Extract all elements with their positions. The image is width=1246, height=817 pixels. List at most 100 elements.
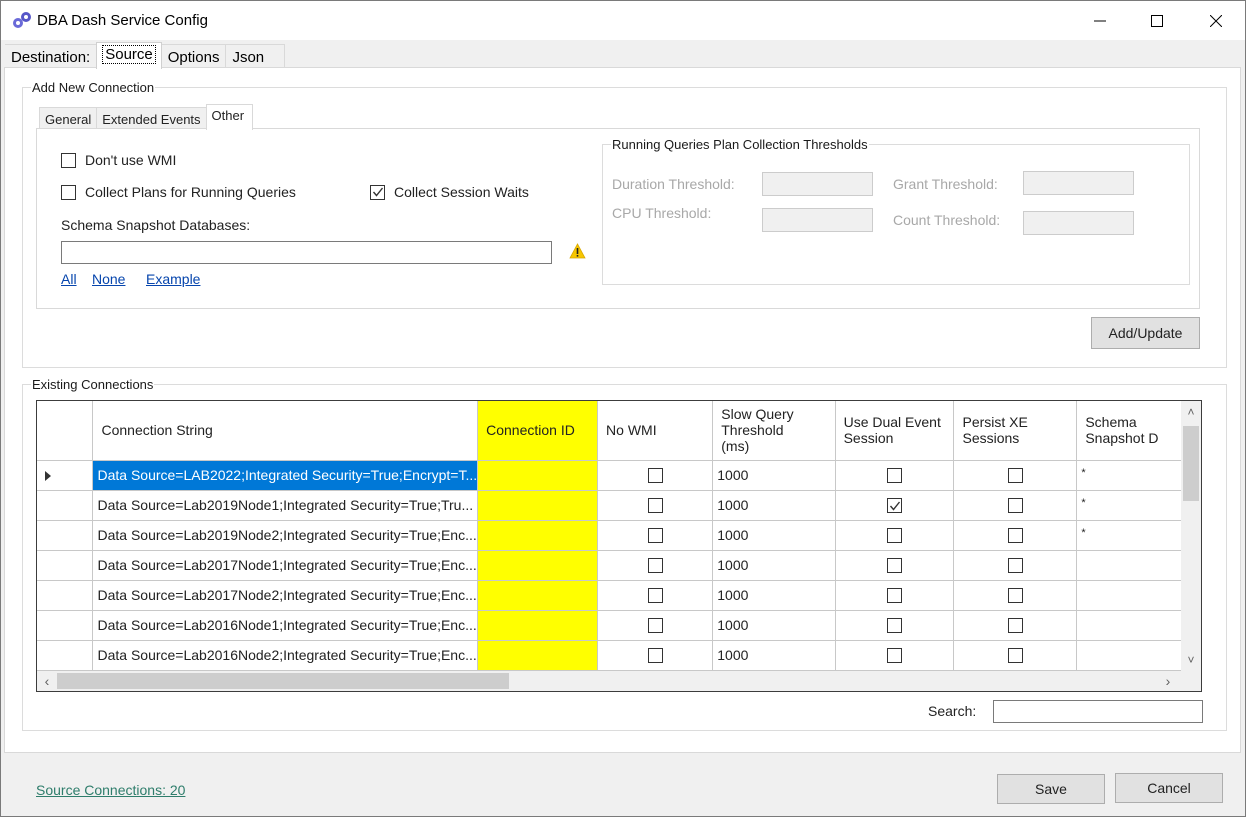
row-header[interactable] (37, 519, 94, 551)
row-header[interactable] (37, 639, 94, 671)
example-link[interactable]: Example (146, 271, 200, 287)
persist-xe-cell[interactable] (953, 609, 1078, 641)
column-header-schema-snapshot[interactable]: Schema Snapshot D (1076, 401, 1196, 461)
slow-query-threshold-cell[interactable]: 1000 (712, 579, 836, 611)
cpu-threshold-input[interactable] (762, 208, 873, 232)
connection-id-cell[interactable] (477, 609, 599, 641)
connection-string-cell[interactable]: Data Source=Lab2017Node1;Integrated Secu… (92, 549, 479, 581)
persist-xe-cell[interactable] (953, 459, 1078, 491)
table-row[interactable]: Data Source=Lab2016Node2;Integrated Secu… (37, 639, 1201, 671)
horizontal-scrollbar[interactable]: ‹ › (37, 671, 1201, 691)
close-button[interactable] (1187, 1, 1245, 40)
column-header-no-wmi[interactable]: No WMI (597, 401, 714, 461)
schema-snapshot-cell[interactable]: * (1076, 519, 1196, 551)
tab-options[interactable]: Options (160, 44, 227, 68)
dont-use-wmi-checkbox[interactable]: Don't use WMI (61, 152, 176, 168)
row-header[interactable] (37, 549, 94, 581)
no-wmi-cell[interactable] (597, 549, 714, 581)
column-header-slow-query-threshold[interactable]: Slow Query Threshold (ms) (712, 401, 836, 461)
row-header[interactable] (37, 459, 94, 491)
table-row[interactable]: Data Source=Lab2017Node2;Integrated Secu… (37, 579, 1201, 611)
use-dual-event-cell[interactable] (834, 549, 955, 581)
schema-snapshot-cell[interactable] (1076, 609, 1196, 641)
row-header[interactable] (37, 489, 94, 521)
connection-string-cell[interactable]: Data Source=LAB2022;Integrated Security=… (92, 459, 479, 491)
persist-xe-cell[interactable] (953, 519, 1078, 551)
connection-string-cell[interactable]: Data Source=Lab2016Node2;Integrated Secu… (92, 639, 479, 671)
use-dual-event-cell[interactable] (834, 459, 955, 491)
schema-snapshot-cell[interactable] (1076, 639, 1196, 671)
tab-other[interactable]: Other (205, 104, 254, 130)
connection-id-cell[interactable] (477, 489, 599, 521)
use-dual-event-cell[interactable] (834, 579, 955, 611)
column-header-persist-xe-sessions[interactable]: Persist XE Sessions (953, 401, 1078, 461)
scroll-up-icon[interactable]: ˄ (1182, 403, 1200, 421)
no-wmi-cell[interactable] (597, 519, 714, 551)
slow-query-threshold-cell[interactable]: 1000 (712, 459, 836, 491)
tab-general[interactable]: General (39, 107, 98, 129)
all-link[interactable]: All (61, 271, 77, 287)
schema-snapshot-cell[interactable]: * (1076, 489, 1196, 521)
slow-query-threshold-cell[interactable]: 1000 (712, 489, 836, 521)
table-row[interactable]: Data Source=LAB2022;Integrated Security=… (37, 459, 1201, 491)
minimize-button[interactable] (1071, 1, 1129, 40)
connection-string-cell[interactable]: Data Source=Lab2017Node2;Integrated Secu… (92, 579, 479, 611)
column-header-use-dual-event-session[interactable]: Use Dual Event Session (834, 401, 955, 461)
scroll-right-icon[interactable]: › (1159, 672, 1177, 690)
tab-extended-events[interactable]: Extended Events (96, 107, 207, 129)
column-header-connection-string[interactable]: Connection String (92, 401, 479, 461)
slow-query-threshold-cell[interactable]: 1000 (712, 549, 836, 581)
schema-snapshot-input[interactable] (61, 241, 552, 264)
persist-xe-cell[interactable] (953, 489, 1078, 521)
vertical-scrollbar[interactable]: ˄ ˅ (1181, 401, 1201, 671)
tab-source[interactable]: Source (96, 42, 162, 69)
use-dual-event-cell[interactable] (834, 489, 955, 521)
connection-id-cell[interactable] (477, 519, 599, 551)
connection-string-cell[interactable]: Data Source=Lab2019Node2;Integrated Secu… (92, 519, 479, 551)
save-button[interactable]: Save (997, 774, 1105, 804)
tab-destination[interactable]: Destination: (5, 44, 98, 68)
row-header[interactable] (37, 609, 94, 641)
scroll-down-icon[interactable]: ˅ (1182, 651, 1200, 669)
table-row[interactable]: Data Source=Lab2017Node1;Integrated Secu… (37, 549, 1201, 581)
connection-string-cell[interactable]: Data Source=Lab2016Node1;Integrated Secu… (92, 609, 479, 641)
table-row[interactable]: Data Source=Lab2016Node1;Integrated Secu… (37, 609, 1201, 641)
count-threshold-input[interactable] (1023, 211, 1134, 235)
persist-xe-cell[interactable] (953, 579, 1078, 611)
no-wmi-cell[interactable] (597, 489, 714, 521)
grant-threshold-input[interactable] (1023, 171, 1134, 195)
add-update-button[interactable]: Add/Update (1091, 317, 1200, 349)
duration-threshold-input[interactable] (762, 172, 873, 196)
no-wmi-cell[interactable] (597, 609, 714, 641)
connection-id-cell[interactable] (477, 549, 599, 581)
row-header[interactable] (37, 579, 94, 611)
table-row[interactable]: Data Source=Lab2019Node1;Integrated Secu… (37, 489, 1201, 521)
table-row[interactable]: Data Source=Lab2019Node2;Integrated Secu… (37, 519, 1201, 551)
slow-query-threshold-cell[interactable]: 1000 (712, 639, 836, 671)
connection-id-cell[interactable] (477, 579, 599, 611)
scroll-left-icon[interactable]: ‹ (38, 672, 56, 690)
persist-xe-cell[interactable] (953, 549, 1078, 581)
no-wmi-cell[interactable] (597, 579, 714, 611)
persist-xe-cell[interactable] (953, 639, 1078, 671)
none-link[interactable]: None (92, 271, 125, 287)
collect-session-waits-checkbox[interactable]: Collect Session Waits (370, 184, 529, 200)
use-dual-event-cell[interactable] (834, 519, 955, 551)
schema-snapshot-cell[interactable]: * (1076, 459, 1196, 491)
maximize-button[interactable] (1128, 1, 1186, 40)
search-input[interactable] (993, 700, 1203, 723)
schema-snapshot-cell[interactable] (1076, 579, 1196, 611)
connection-id-cell[interactable] (477, 459, 599, 491)
column-header-connection-id[interactable]: Connection ID (477, 401, 599, 461)
connection-string-cell[interactable]: Data Source=Lab2019Node1;Integrated Secu… (92, 489, 479, 521)
vertical-scroll-thumb[interactable] (1183, 426, 1199, 501)
use-dual-event-cell[interactable] (834, 609, 955, 641)
slow-query-threshold-cell[interactable]: 1000 (712, 519, 836, 551)
no-wmi-cell[interactable] (597, 459, 714, 491)
connection-id-cell[interactable] (477, 639, 599, 671)
cancel-button[interactable]: Cancel (1115, 773, 1223, 803)
schema-snapshot-cell[interactable] (1076, 549, 1196, 581)
horizontal-scroll-thumb[interactable] (57, 673, 509, 689)
no-wmi-cell[interactable] (597, 639, 714, 671)
tab-json[interactable]: Json (225, 44, 286, 68)
